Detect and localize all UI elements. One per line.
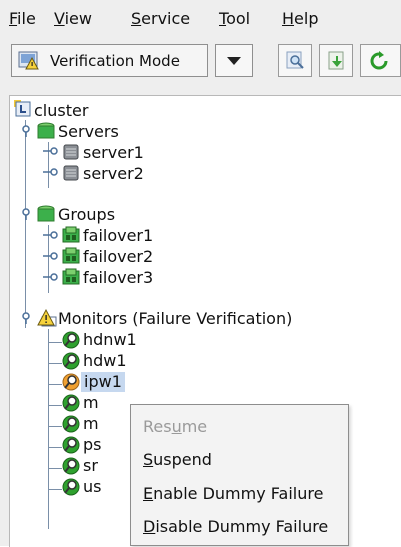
application-window: File View Service Tool Help Verification… <box>0 0 401 547</box>
tree-node-monitors[interactable]: Monitors (Failure Verification) <box>58 309 292 329</box>
expand-handle-icon[interactable] <box>43 230 59 240</box>
failover-group-icon <box>62 226 80 243</box>
refresh-icon <box>370 51 388 70</box>
expand-handle-icon[interactable] <box>43 272 59 282</box>
import-button[interactable] <box>319 44 353 77</box>
tree-line <box>48 342 62 343</box>
menu-item-enable-dummy-failure[interactable]: Enable Dummy Failure <box>143 484 323 503</box>
expand-handle-icon[interactable] <box>43 146 59 156</box>
tree-line <box>48 384 62 385</box>
menu-service[interactable]: Service <box>131 9 190 28</box>
mode-select[interactable]: Verification Mode <box>11 44 208 77</box>
import-icon <box>328 51 344 70</box>
tree-line <box>48 468 62 469</box>
menu-item-disable-dummy-failure[interactable]: Disable Dummy Failure <box>143 517 328 536</box>
tree-node-monitor-selected[interactable]: ipw1 <box>81 372 125 392</box>
verification-mode-icon <box>18 51 39 70</box>
tree-line <box>48 329 49 529</box>
tree-node-monitor[interactable]: hdnw1 <box>83 330 137 350</box>
groups-folder-icon <box>37 205 55 222</box>
tree-node-cluster[interactable]: cluster <box>34 101 88 121</box>
tree-node-server[interactable]: server2 <box>83 164 144 184</box>
tree-line <box>48 405 62 406</box>
expand-handle-icon[interactable] <box>21 207 35 221</box>
server-icon <box>63 165 79 181</box>
tree-node-monitor[interactable]: hdw1 <box>83 351 127 371</box>
tree-line <box>48 447 62 448</box>
monitor-ok-icon <box>62 352 80 370</box>
failover-group-icon <box>62 268 80 285</box>
menu-item-suspend[interactable]: Suspend <box>143 450 212 469</box>
monitor-ok-icon <box>62 478 80 496</box>
monitor-ok-icon <box>62 457 80 475</box>
tree-node-monitor[interactable]: m <box>83 393 99 413</box>
expand-handle-icon[interactable] <box>21 311 35 325</box>
server-icon <box>63 144 79 160</box>
monitor-ok-icon <box>62 331 80 349</box>
mode-dropdown-button[interactable] <box>215 44 253 77</box>
refresh-button[interactable] <box>360 44 401 77</box>
tree-line <box>48 363 62 364</box>
tree-line <box>48 426 62 427</box>
tree-node-failover-group[interactable]: failover2 <box>83 247 153 267</box>
chevron-down-icon <box>227 57 241 65</box>
failover-group-icon <box>62 247 80 264</box>
menu-file[interactable]: File <box>9 9 36 28</box>
search-button[interactable] <box>278 44 312 77</box>
mode-label: Verification Mode <box>50 52 180 70</box>
tree-node-server[interactable]: server1 <box>83 143 144 163</box>
monitor-warning-icon <box>62 373 80 391</box>
tree-node-monitor[interactable]: sr <box>83 456 98 476</box>
tree-node-groups[interactable]: Groups <box>58 205 115 225</box>
context-menu: Resume Suspend Enable Dummy Failure Disa… <box>130 404 349 546</box>
tree-node-failover-group[interactable]: failover3 <box>83 268 153 288</box>
cluster-icon <box>14 100 31 117</box>
menu-item-resume: Resume <box>143 417 208 436</box>
servers-folder-icon <box>37 122 55 139</box>
monitors-warning-icon <box>37 308 57 327</box>
menu-help[interactable]: Help <box>282 9 318 28</box>
tree-line <box>48 489 62 490</box>
menu-bar: File View Service Tool Help <box>0 0 401 38</box>
tree-node-monitor[interactable]: m <box>83 414 99 434</box>
monitor-ok-icon <box>62 415 80 433</box>
expand-handle-icon[interactable] <box>21 124 35 138</box>
tree-node-servers[interactable]: Servers <box>58 122 119 142</box>
tree-node-monitor[interactable]: ps <box>83 435 102 455</box>
menu-view[interactable]: View <box>54 9 92 28</box>
expand-handle-icon[interactable] <box>43 167 59 177</box>
menu-tool[interactable]: Tool <box>219 9 250 28</box>
tree-node-failover-group[interactable]: failover1 <box>83 226 153 246</box>
search-icon <box>286 51 304 69</box>
tree-line <box>25 120 26 328</box>
tree-node-monitor[interactable]: us <box>83 477 101 497</box>
expand-handle-icon[interactable] <box>43 251 59 261</box>
monitor-ok-icon <box>62 394 80 412</box>
monitor-ok-icon <box>62 436 80 454</box>
